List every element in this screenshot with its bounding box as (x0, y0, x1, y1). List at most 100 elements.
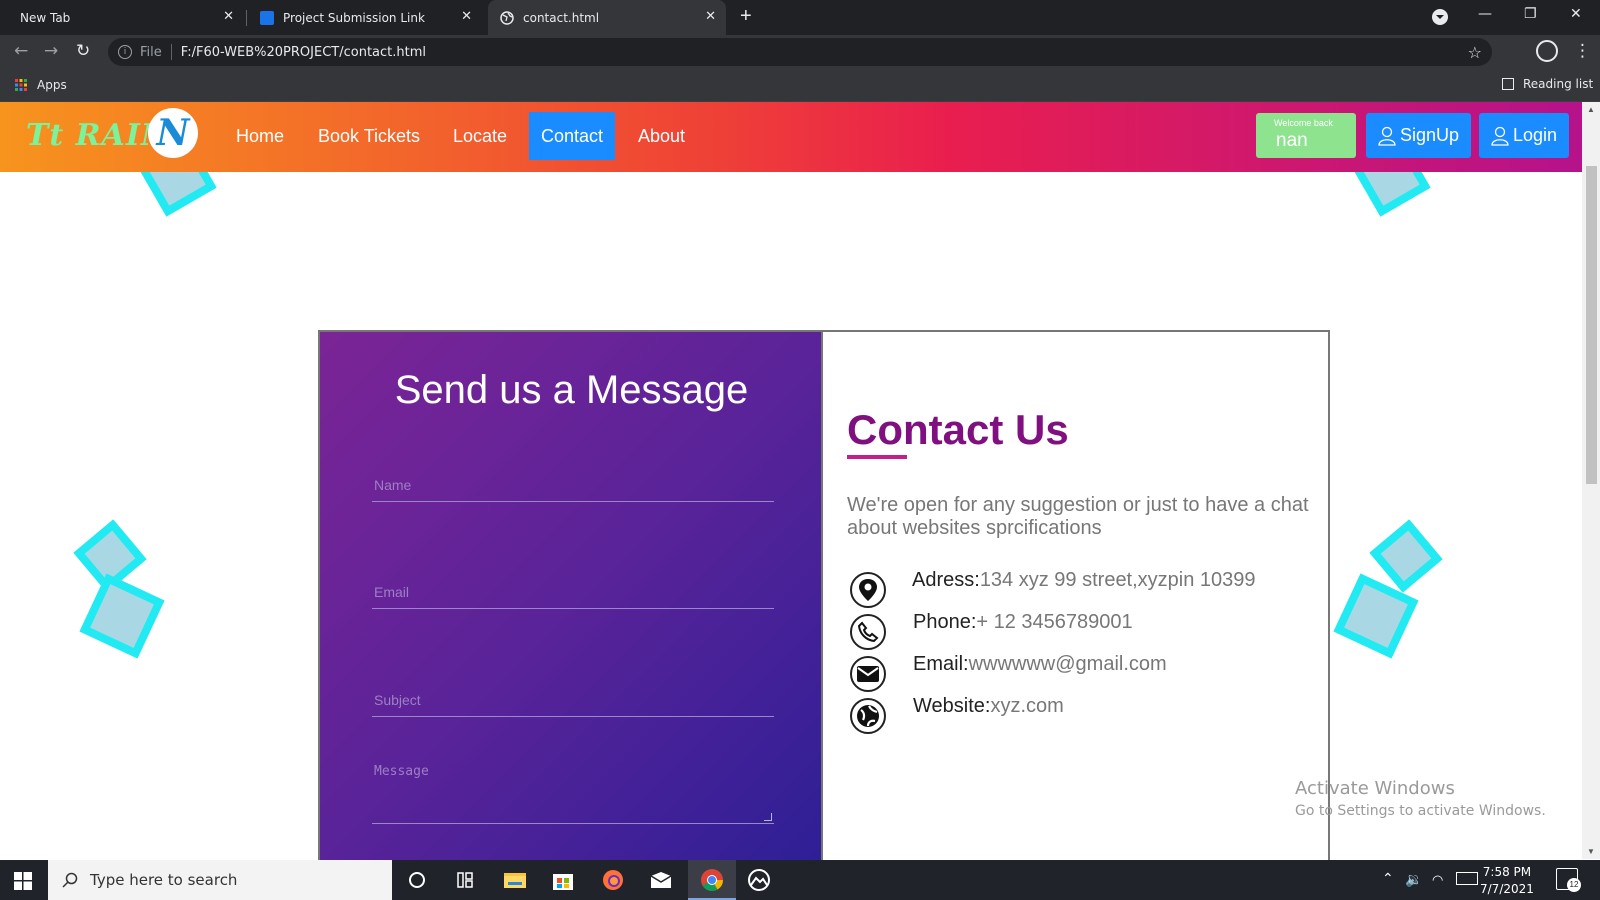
activate-windows-watermark: Activate Windows Go to Settings to activ… (1295, 778, 1546, 819)
reading-list-icon (1502, 78, 1514, 90)
minimize-icon[interactable]: — (1478, 6, 1492, 22)
page-scrollbar[interactable]: ▲ ▼ (1582, 102, 1600, 859)
address-bar[interactable]: i File F:/F60-WEB%20PROJECT/contact.html… (108, 38, 1492, 66)
url-scheme: File (140, 44, 162, 60)
back-icon[interactable]: ← (14, 41, 28, 61)
welcome-label: Welcome back (1274, 118, 1333, 128)
contact-card: Send us a Message Name Email Subject Mes… (318, 330, 1330, 862)
address-label: Adress: (912, 569, 980, 591)
user-icon (1491, 126, 1509, 146)
forward-icon[interactable]: → (44, 41, 58, 61)
nav-locate[interactable]: Locate (441, 112, 519, 160)
clock-date: 7/7/2021 (1480, 882, 1534, 896)
mail-app-icon[interactable] (648, 868, 674, 892)
resize-handle-icon[interactable] (764, 813, 772, 821)
volume-icon[interactable]: 🔉 (1405, 871, 1422, 888)
start-button[interactable] (14, 872, 32, 895)
location-pin-icon (850, 572, 886, 608)
chrome-taskbar-button[interactable] (688, 860, 736, 900)
tab-separator (246, 10, 247, 26)
classroom-icon (260, 10, 274, 25)
tab-search-icon[interactable] (1432, 9, 1448, 25)
reading-list-button[interactable]: Reading list (1502, 77, 1593, 91)
tab-title: New Tab (20, 10, 71, 25)
nav-about[interactable]: About (626, 112, 697, 160)
contact-intro: We're open for any suggestion or just to… (847, 494, 1309, 539)
wifi-icon[interactable]: ◠ (1432, 872, 1443, 888)
title-underline (847, 455, 907, 459)
tab-title: Project Submission Link (283, 10, 425, 25)
firefox-icon[interactable] (600, 868, 626, 892)
watermark-title: Activate Windows (1295, 778, 1455, 799)
reload-icon[interactable]: ↻ (76, 41, 90, 61)
chrome-icon (701, 869, 723, 891)
globe-icon (500, 10, 514, 25)
watermark-subtitle: Go to Settings to activate Windows. (1295, 803, 1546, 819)
signup-button[interactable]: SignUp (1366, 113, 1472, 158)
form-title: Send us a Message (394, 368, 749, 412)
bookmark-star-icon[interactable]: ☆ (1468, 43, 1482, 62)
url-text: F:/F60-WEB%20PROJECT/contact.html (180, 44, 427, 60)
close-icon[interactable]: ✕ (461, 9, 472, 24)
apps-label: Apps (37, 78, 67, 92)
message-textarea[interactable]: Message (372, 756, 774, 824)
keyboard-icon[interactable] (1456, 872, 1478, 885)
scroll-down-icon[interactable]: ▼ (1587, 847, 1595, 856)
email-input[interactable]: Email (372, 575, 774, 609)
nav-book-tickets[interactable]: Book Tickets (306, 112, 432, 160)
email-value: wwwwww@gmail.com (968, 653, 1167, 675)
website-label: Website: (913, 695, 991, 717)
decor-square (1369, 519, 1443, 593)
windows-logo-icon (14, 872, 32, 890)
decor-square (79, 573, 165, 659)
email-label: Email: (913, 653, 969, 675)
close-icon[interactable]: ✕ (705, 9, 716, 24)
profile-avatar[interactable] (1536, 40, 1558, 62)
search-placeholder: Type here to search (90, 871, 238, 889)
phone-icon (850, 614, 886, 650)
nav-contact[interactable]: Contact (529, 112, 616, 160)
notification-count: 12 (1567, 878, 1581, 892)
info-icon[interactable]: i (118, 45, 132, 59)
notification-center-icon[interactable]: 12 (1556, 868, 1581, 892)
login-button[interactable]: Login (1479, 113, 1570, 158)
photos-icon[interactable] (746, 868, 772, 892)
welcome-user: nan (1276, 130, 1308, 151)
close-icon[interactable]: ✕ (223, 9, 234, 24)
tab-project-submission[interactable]: Project Submission Link ✕ (250, 0, 482, 35)
mail-icon (850, 656, 886, 692)
phone-value: + 12 3456789001 (976, 611, 1133, 633)
globe-icon (850, 698, 886, 734)
scrollbar-thumb[interactable] (1586, 166, 1597, 484)
system-clock[interactable]: 7:58 PM 7/7/2021 (1480, 864, 1534, 898)
new-tab-button[interactable]: + (740, 5, 752, 28)
divider (170, 44, 172, 60)
search-icon (62, 872, 78, 888)
apps-bookmark[interactable]: Apps (15, 78, 67, 92)
site-navbar: Tt RAIN N Home Book Tickets Locate Conta… (0, 102, 1582, 172)
reading-list-label: Reading list (1523, 77, 1594, 91)
restore-icon[interactable]: ❐ (1524, 6, 1537, 22)
phone-label: Phone: (913, 611, 977, 633)
address-value: 134 xyz 99 street,xyzpin 10399 (979, 569, 1256, 591)
menu-icon[interactable]: ⋮ (1574, 41, 1591, 61)
cortana-icon[interactable] (404, 868, 430, 892)
nav-home[interactable]: Home (224, 112, 296, 160)
chevron-up-icon[interactable]: ⌃ (1382, 870, 1394, 887)
tab-contact[interactable]: contact.html ✕ (488, 0, 726, 35)
windows-taskbar: Type here to search ⌃ 🔉 ◠ 7:58 PM 7/7/20… (0, 860, 1600, 900)
subject-input[interactable]: Subject (372, 683, 774, 717)
taskbar-search[interactable]: Type here to search (48, 860, 392, 900)
tab-new-tab[interactable]: New Tab ✕ (0, 0, 244, 35)
name-input[interactable]: Name (372, 468, 774, 502)
website-value: xyz.com (990, 695, 1064, 717)
file-explorer-icon[interactable] (502, 868, 528, 892)
task-view-icon[interactable] (452, 868, 478, 892)
store-icon[interactable] (550, 868, 576, 892)
scroll-up-icon[interactable]: ▲ (1587, 105, 1595, 114)
site-logo-mark[interactable]: N (148, 108, 198, 158)
close-window-icon[interactable]: ✕ (1570, 6, 1582, 22)
apps-grid-icon (15, 79, 27, 91)
browser-toolbar: ← → ↻ i File F:/F60-WEB%20PROJECT/contac… (0, 35, 1600, 68)
signup-label: SignUp (1400, 125, 1460, 145)
